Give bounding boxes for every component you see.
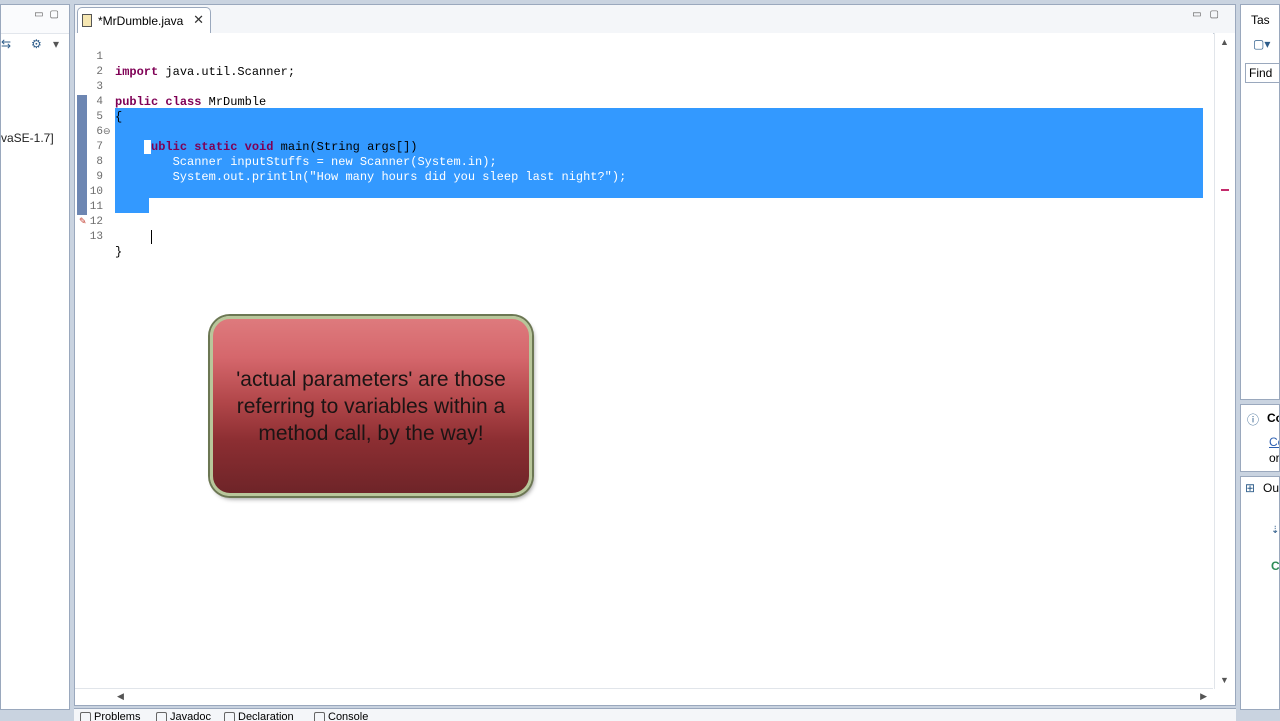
class-icon[interactable]: C (1271, 559, 1279, 573)
panel-window-controls[interactable]: ▭▢ (34, 9, 65, 20)
view-menu-icon[interactable]: ⚙ (31, 37, 42, 51)
panel-title: Co (1267, 411, 1279, 425)
scroll-left-icon[interactable]: ◀ (117, 691, 124, 702)
code-line[interactable]: 4 { (75, 80, 1213, 124)
callout-text: 'actual parameters' are those referring … (236, 367, 506, 445)
code-text: } (143, 230, 153, 245)
package-explorer-panel: ▭▢ ⇆ ⚙ ▾ vaSE-1.7] (0, 4, 70, 710)
editor-window-controls[interactable]: ▭▢ (1192, 9, 1227, 20)
scroll-up-icon[interactable]: ▲ (1220, 37, 1229, 47)
package-explorer-toolbar: ▭▢ ⇆ ⚙ ▾ (1, 5, 69, 51)
video-annotation-callout: 'actual parameters' are those referring … (210, 316, 532, 496)
find-input[interactable]: Find (1245, 63, 1279, 83)
panel-text: or (1269, 451, 1280, 465)
code-line[interactable]: 8 System.out.println("How many hours did… (75, 140, 1213, 184)
bottom-view-tabs: Problems Javadoc Declaration Console (74, 708, 1236, 721)
code-line[interactable]: 13 } (75, 215, 1213, 259)
link-with-editor-icon[interactable]: ⇆ (1, 37, 11, 51)
overview-ruler-error-marker[interactable] (1221, 189, 1229, 191)
task-list-tab[interactable]: Tas (1251, 13, 1270, 27)
new-task-icon[interactable]: ▢▾ (1253, 37, 1270, 51)
code-line[interactable]: 9 (75, 155, 1213, 183)
text-cursor (151, 230, 153, 244)
outline-tab[interactable]: Out (1263, 481, 1279, 495)
outline-panel: ⊞ Out ⇣ C (1240, 476, 1280, 710)
code-line[interactable]: 2 (75, 50, 1213, 78)
code-line[interactable]: 5 ⊖ public static void main(String args[… (75, 95, 1213, 154)
vertical-scrollbar[interactable]: ▲ ▼ (1214, 33, 1235, 689)
outline-icon: ⊞ (1245, 481, 1256, 495)
import-icon[interactable]: ⇣ (1271, 525, 1279, 536)
code-line[interactable]: 3 public class MrDumble (75, 65, 1213, 109)
connect-link[interactable]: Co (1269, 435, 1279, 449)
chevron-down-icon[interactable]: ▾ (53, 37, 59, 51)
code-line[interactable]: 11 ✎ theNews(hours); (75, 185, 1213, 244)
connect-mylyn-panel: ⓘ Co Co or (1240, 404, 1280, 472)
code-text: } (115, 245, 123, 259)
java-file-icon (82, 14, 92, 27)
task-list-panel: Tas ▢▾ Find (1240, 4, 1280, 400)
tree-item-jre-library[interactable]: vaSE-1.7] (1, 131, 54, 145)
line-number: 13 (89, 231, 103, 243)
info-icon: ⓘ (1247, 413, 1260, 427)
code-line[interactable]: 7 Scanner inputStuffs = new Scanner(Syst… (75, 125, 1213, 169)
scroll-down-icon[interactable]: ▼ (1220, 675, 1229, 685)
horizontal-scrollbar[interactable]: ◀ ▶ (75, 688, 1213, 705)
code-line[interactable]: 12 } (75, 200, 1213, 244)
editor-tab-bar: *MrDumble.java ✕ ▭▢ (75, 5, 1235, 34)
code-line[interactable]: 1 import java.util.Scanner; (75, 35, 1213, 79)
editor-tab-mrdumble[interactable]: *MrDumble.java ✕ (77, 7, 211, 33)
code-line[interactable]: 6 { (75, 110, 1213, 154)
editor-tab-title: *MrDumble.java (98, 14, 184, 28)
code-line[interactable]: 10 int hours = inputStuffs.nextInt(); (75, 170, 1213, 214)
close-icon[interactable]: ✕ (193, 12, 204, 28)
scroll-right-icon[interactable]: ▶ (1200, 691, 1207, 702)
